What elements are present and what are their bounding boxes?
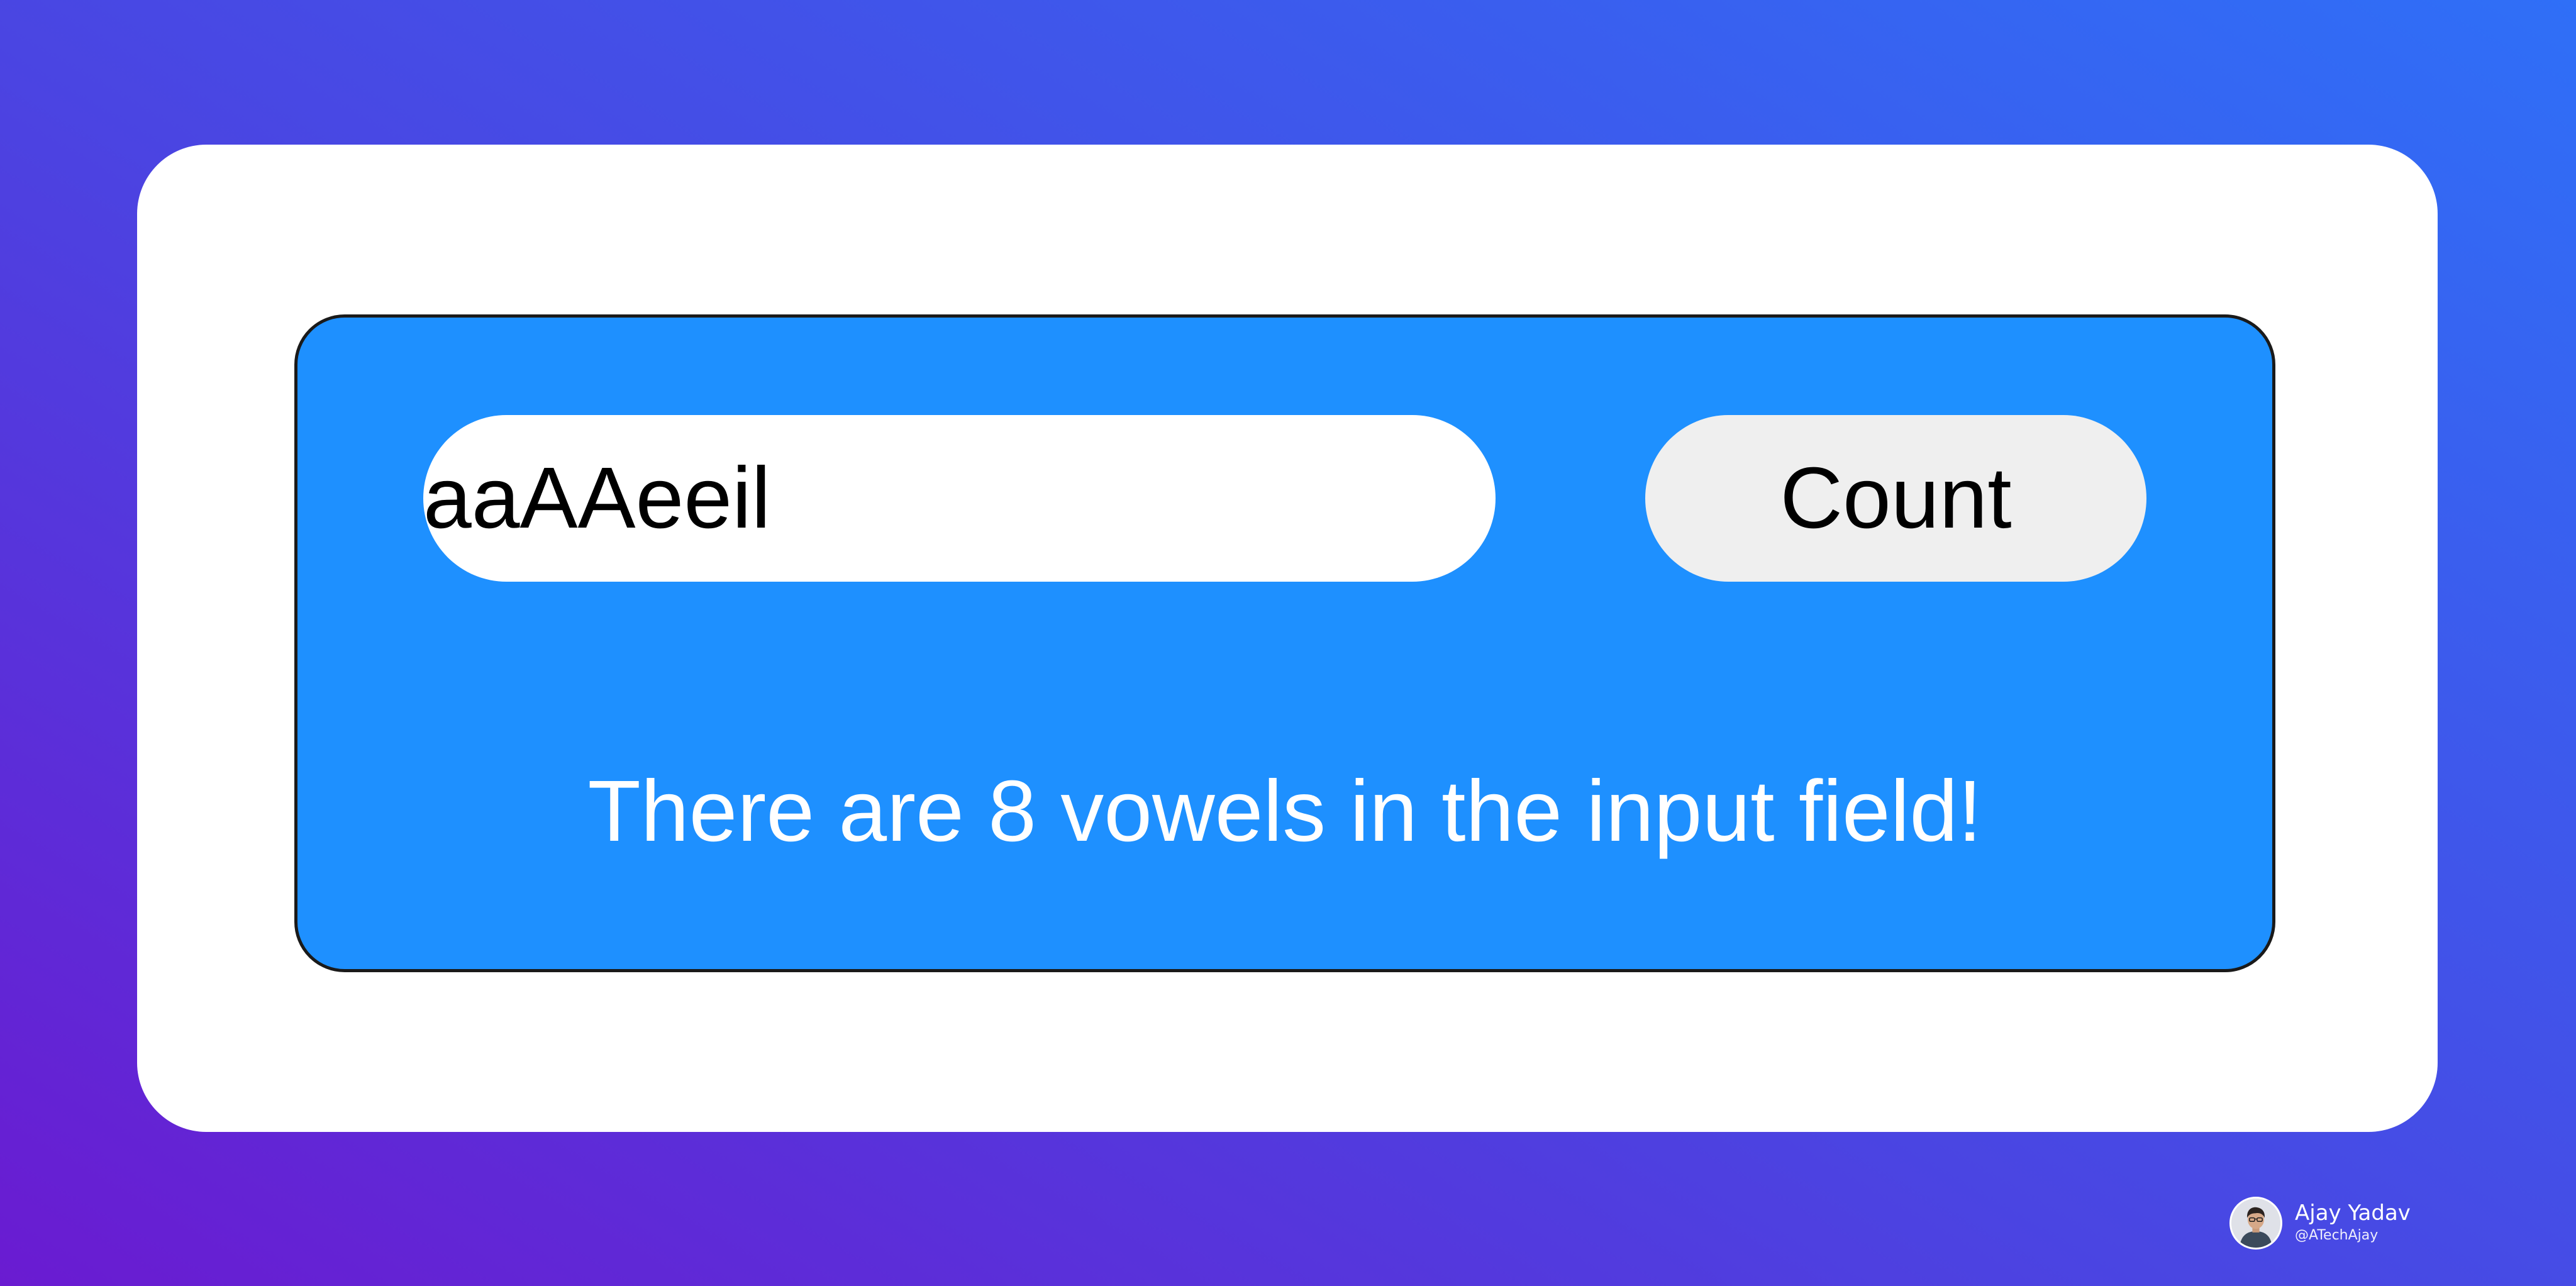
content-card: Count There are 8 vowels in the input fi… <box>137 145 2438 1132</box>
text-input[interactable] <box>423 415 1496 582</box>
vowel-counter-panel: Count There are 8 vowels in the input fi… <box>294 314 2275 972</box>
author-name: Ajay Yadav <box>2295 1200 2411 1226</box>
author-handle: @ATechAjay <box>2295 1228 2379 1243</box>
result-message: There are 8 vowels in the input field! <box>587 763 1982 860</box>
author-badge: Ajay Yadav @ATechAjay <box>2229 1195 2411 1251</box>
person-avatar-icon <box>2231 1199 2280 1248</box>
count-button[interactable]: Count <box>1645 415 2146 582</box>
avatar <box>2229 1197 2282 1250</box>
author-info: Ajay Yadav @ATechAjay <box>2295 1200 2411 1246</box>
